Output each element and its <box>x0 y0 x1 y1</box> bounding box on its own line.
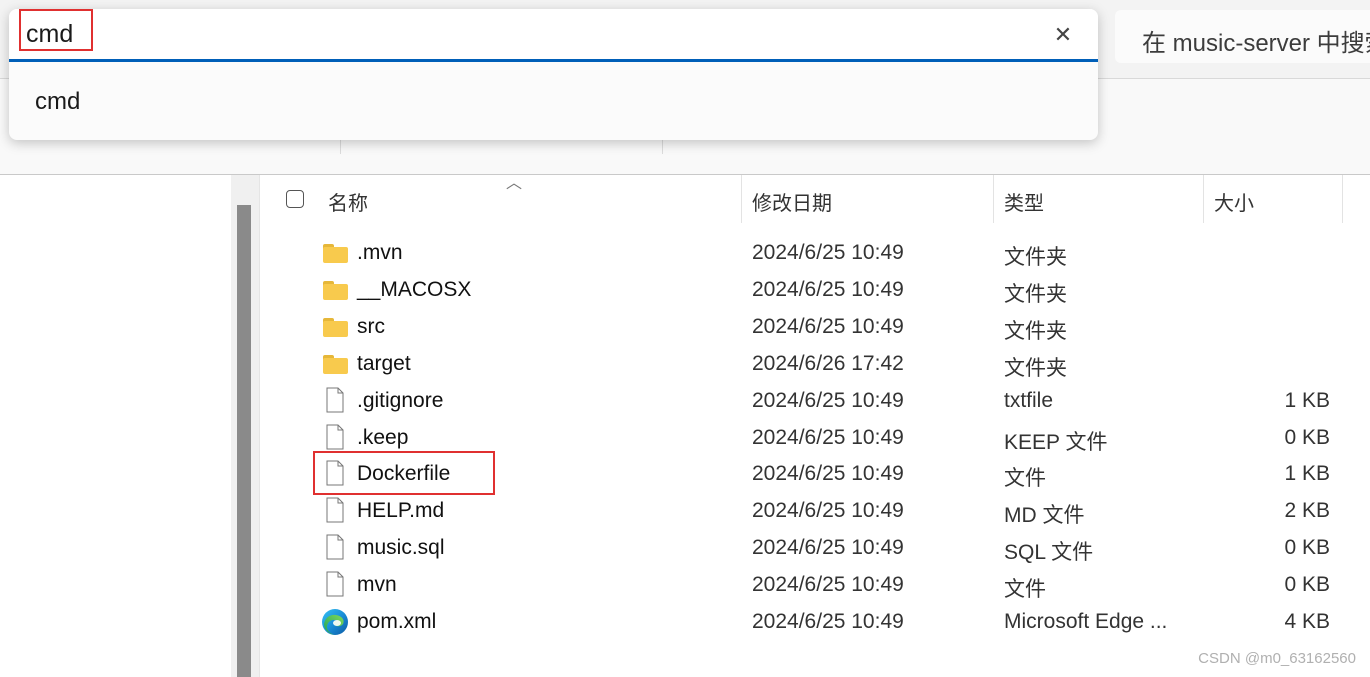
folder-icon <box>323 244 348 263</box>
file-name: target <box>357 352 411 375</box>
file-type: 文件 <box>1004 467 1046 490</box>
file-icon <box>326 387 344 413</box>
search-box[interactable]: 在 music-server 中搜索 <box>1115 10 1370 63</box>
file-size: 2 KB <box>1284 499 1330 522</box>
column-header-name[interactable]: 名称 <box>328 187 368 216</box>
file-name: .keep <box>357 426 409 449</box>
file-modified: 2024/6/26 17:42 <box>752 352 904 375</box>
file-row[interactable]: mvn 2024/6/25 10:49 文件 0 KB <box>262 567 1370 604</box>
file-type: Microsoft Edge ... <box>1004 610 1168 633</box>
file-size: 4 KB <box>1284 610 1330 633</box>
column-header-row: ︿ 名称 修改日期 类型 大小 <box>262 175 1370 223</box>
clear-icon[interactable]: ✕ <box>1048 21 1078 49</box>
column-header-size[interactable]: 大小 <box>1214 187 1254 216</box>
file-modified: 2024/6/25 10:49 <box>752 241 904 264</box>
file-row[interactable]: pom.xml 2024/6/25 10:49 Microsoft Edge .… <box>262 604 1370 641</box>
file-row[interactable]: __MACOSX 2024/6/25 10:49 文件夹 <box>262 272 1370 309</box>
file-icon <box>326 534 344 560</box>
watermark: CSDN @m0_63162560 <box>1198 650 1356 667</box>
file-name: music.sql <box>357 536 445 559</box>
edge-browser-icon <box>322 609 348 635</box>
file-type: 文件夹 <box>1004 246 1067 269</box>
file-row[interactable]: .mvn 2024/6/25 10:49 文件夹 <box>262 235 1370 272</box>
file-type: 文件 <box>1004 578 1046 601</box>
sort-ascending-icon: ︿ <box>506 175 523 192</box>
file-name: .gitignore <box>357 389 444 412</box>
file-size: 1 KB <box>1284 462 1330 485</box>
file-row[interactable]: target 2024/6/26 17:42 文件夹 <box>262 346 1370 383</box>
folder-icon <box>323 281 348 300</box>
file-row[interactable]: src 2024/6/25 10:49 文件夹 <box>262 309 1370 346</box>
column-separator[interactable] <box>1203 175 1204 223</box>
file-size: 0 KB <box>1284 573 1330 596</box>
nav-scrollbar-thumb[interactable] <box>237 205 251 677</box>
column-separator[interactable] <box>741 175 742 223</box>
folder-icon <box>323 355 348 374</box>
file-name: mvn <box>357 573 397 596</box>
column-header-modified[interactable]: 修改日期 <box>752 187 832 216</box>
file-modified: 2024/6/25 10:49 <box>752 462 904 485</box>
file-modified: 2024/6/25 10:49 <box>752 499 904 522</box>
file-name: src <box>357 315 385 338</box>
search-placeholder: 在 music-server 中搜索 <box>1142 30 1370 57</box>
file-name: pom.xml <box>357 610 437 633</box>
column-header-type[interactable]: 类型 <box>1004 187 1044 216</box>
file-type: txtfile <box>1004 389 1054 412</box>
file-icon <box>326 497 344 523</box>
file-name: __MACOSX <box>357 278 472 301</box>
file-row[interactable]: HELP.md 2024/6/25 10:49 MD 文件 2 KB <box>262 493 1370 530</box>
navigation-pane[interactable] <box>0 175 231 677</box>
file-type: 文件夹 <box>1004 320 1067 343</box>
file-type: MD 文件 <box>1004 504 1085 527</box>
file-size: 0 KB <box>1284 426 1330 449</box>
column-separator[interactable] <box>993 175 994 223</box>
column-separator[interactable] <box>1342 175 1343 223</box>
file-type: SQL 文件 <box>1004 541 1094 564</box>
file-modified: 2024/6/25 10:49 <box>752 610 904 633</box>
select-all-checkbox[interactable] <box>286 190 304 208</box>
file-row[interactable]: .gitignore 2024/6/25 10:49 txtfile 1 KB <box>262 383 1370 420</box>
dockerfile-highlight-box <box>313 451 495 495</box>
file-modified: 2024/6/25 10:49 <box>752 315 904 338</box>
file-modified: 2024/6/25 10:49 <box>752 426 904 449</box>
file-row[interactable]: music.sql 2024/6/25 10:49 SQL 文件 0 KB <box>262 530 1370 567</box>
address-bar-popup: cmd ✕ cmd <box>9 9 1098 140</box>
file-modified: 2024/6/25 10:49 <box>752 278 904 301</box>
pane-divider[interactable] <box>259 175 260 677</box>
suggestion-label: cmd <box>35 88 81 115</box>
address-bar-input[interactable]: cmd ✕ <box>9 9 1098 62</box>
file-modified: 2024/6/25 10:49 <box>752 536 904 559</box>
cmd-highlight-box <box>19 9 93 51</box>
file-type: KEEP 文件 <box>1004 431 1108 454</box>
file-icon <box>326 424 344 450</box>
file-modified: 2024/6/25 10:49 <box>752 389 904 412</box>
file-name: HELP.md <box>357 499 445 522</box>
address-suggestion-item[interactable]: cmd <box>9 62 1098 140</box>
file-type: 文件夹 <box>1004 357 1067 380</box>
file-name: .mvn <box>357 241 403 264</box>
file-size: 0 KB <box>1284 536 1330 559</box>
file-icon <box>326 571 344 597</box>
file-type: 文件夹 <box>1004 283 1067 306</box>
file-modified: 2024/6/25 10:49 <box>752 573 904 596</box>
file-size: 1 KB <box>1284 389 1330 412</box>
folder-icon <box>323 318 348 337</box>
